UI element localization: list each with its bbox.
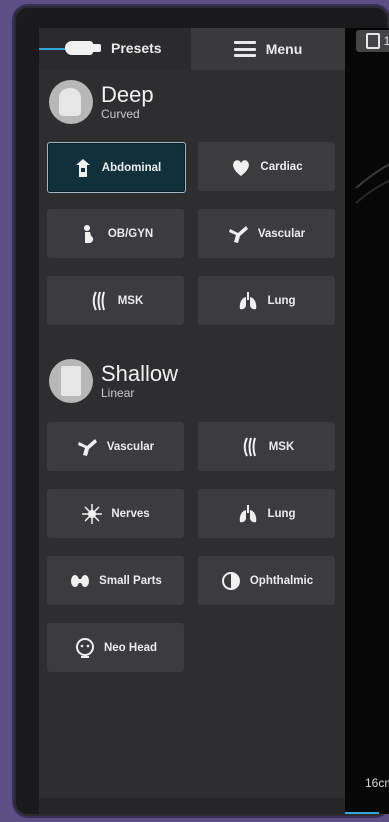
menu-label: Menu [265,41,303,57]
button-label: Vascular [106,440,155,453]
probe-slider[interactable] [39,41,109,55]
section-shallow-header: Shallow Linear [49,359,178,403]
preset-lung-button[interactable]: Lung [198,276,335,325]
nerves-icon [81,503,103,525]
preset-abdominal-button[interactable]: Abdominal [47,142,186,193]
curved-probe-icon [49,80,93,124]
page-indicator[interactable]: 1 [356,30,389,52]
preset-nerves-button[interactable]: Nerves [47,489,184,538]
button-label: Nerves [111,507,150,520]
presets-panel: Presets Menu Deep Curved Abdominal Cardi… [39,28,379,814]
eye-icon [220,570,242,592]
section-subtitle: Curved [101,107,140,121]
section-subtitle: Linear [101,386,135,400]
button-label: OB/GYN [107,227,154,240]
section-deep-header: Deep Curved [49,80,154,124]
ultrasound-image [355,163,389,204]
linear-probe-icon [49,359,93,403]
preset-vascular-button[interactable]: Vascular [198,209,335,258]
page-number: 1 [383,34,389,48]
small-parts-icon [69,570,91,592]
vascular-icon [77,436,99,458]
preset-msk-button[interactable]: MSK [47,276,184,325]
depth-label: 16cm [365,776,389,790]
button-label: Ophthalmic [249,574,314,587]
hamburger-icon [233,41,256,57]
button-label: MSK [268,440,295,453]
tab-presets[interactable]: Presets [39,28,191,70]
preset-vascular-linear-button[interactable]: Vascular [47,422,184,471]
vascular-icon [228,223,250,245]
neo-head-icon [74,637,96,659]
lungs-icon [237,290,259,312]
preset-ophthalmic-button[interactable]: Ophthalmic [198,556,335,605]
bottom-strip [39,798,345,814]
section-title: Shallow [101,361,179,386]
ultrasound-screen: 1 16cm Presets Menu Deep Curv [39,28,389,814]
msk-icon [239,436,261,458]
button-label: Lung [267,294,296,307]
button-label: Cardiac [260,160,303,173]
preset-small-parts-button[interactable]: Small Parts [47,556,184,605]
tab-menu[interactable]: Menu [191,28,345,70]
abdominal-icon [72,157,94,179]
preset-neo-head-button[interactable]: Neo Head [47,623,184,672]
button-label: MSK [117,294,144,307]
clipboard-icon [365,33,380,49]
preset-lung-linear-button[interactable]: Lung [198,489,335,538]
obgyn-icon [78,223,100,245]
panel-header: Presets Menu [39,28,345,70]
heart-icon [230,156,252,178]
lungs-icon [237,503,259,525]
preset-msk-linear-button[interactable]: MSK [198,422,335,471]
button-label: Small Parts [99,574,162,587]
button-label: Lung [267,507,296,520]
button-label: Vascular [257,227,306,240]
preset-cardiac-button[interactable]: Cardiac [198,142,335,191]
msk-icon [88,290,110,312]
presets-label: Presets [111,40,162,56]
button-label: Neo Head [103,641,158,654]
button-label: Abdominal [101,161,162,174]
preset-obgyn-button[interactable]: OB/GYN [47,209,184,258]
section-title: Deep [101,82,154,107]
